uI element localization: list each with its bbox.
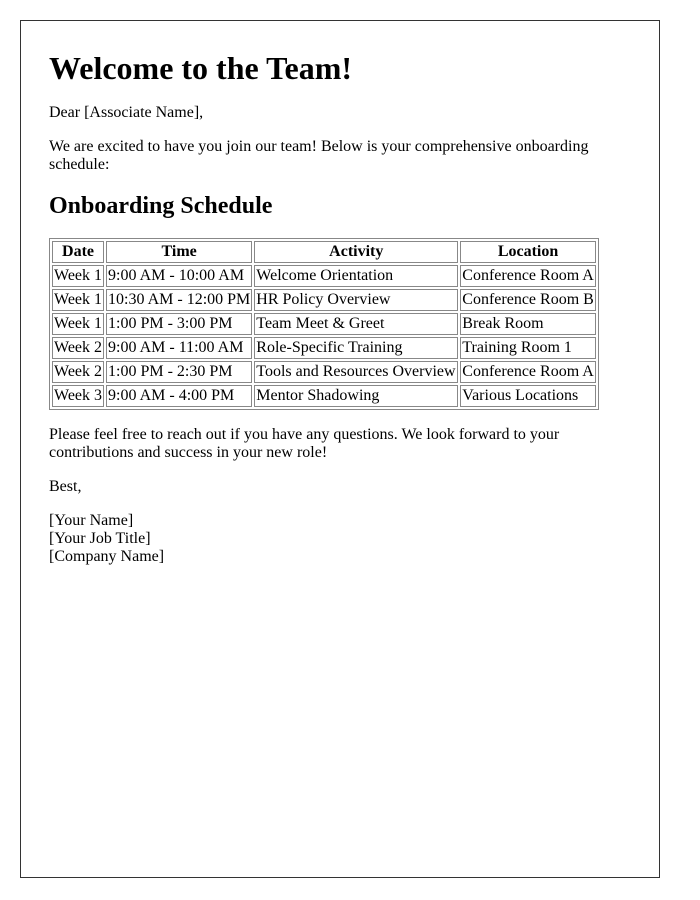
cell-date: Week 1 [52,313,105,335]
cell-time: 10:30 AM - 12:00 PM [106,289,253,311]
schedule-heading: Onboarding Schedule [49,193,273,219]
cell-time: 9:00 AM - 10:00 AM [106,265,253,287]
header-date: Date [52,241,105,263]
cell-activity: Tools and Resources Overview [254,361,459,383]
cell-time: 1:00 PM - 2:30 PM [106,361,253,383]
table-row: Week 1 10:30 AM - 12:00 PM HR Policy Ove… [52,289,596,311]
header-time: Time [106,241,253,263]
cell-date: Week 1 [52,265,105,287]
cell-location: Break Room [460,313,596,335]
cell-activity: Team Meet & Greet [254,313,459,335]
signature-job-title: [Your Job Title] [49,530,151,547]
header-activity: Activity [254,241,459,263]
table-row: Week 2 1:00 PM - 2:30 PM Tools and Resou… [52,361,596,383]
table-row: Week 1 1:00 PM - 3:00 PM Team Meet & Gre… [52,313,596,335]
cell-time: 9:00 AM - 11:00 AM [106,337,253,359]
header-location: Location [460,241,596,263]
cell-location: Conference Room A [460,265,596,287]
signature-company: [Company Name] [49,548,165,565]
cell-location: Various Locations [460,385,596,407]
cell-date: Week 2 [52,337,105,359]
cell-activity: Welcome Orientation [254,265,459,287]
cell-location: Conference Room A [460,361,596,383]
onboarding-schedule-table: Date Time Activity Location Week 1 9:00 … [49,238,599,410]
table-row: Week 2 9:00 AM - 11:00 AM Role-Specific … [52,337,596,359]
cell-time: 9:00 AM - 4:00 PM [106,385,253,407]
cell-time: 1:00 PM - 3:00 PM [106,313,253,335]
sign-off: Best, [49,478,82,495]
table-row: Week 1 9:00 AM - 10:00 AM Welcome Orient… [52,265,596,287]
cell-location: Training Room 1 [460,337,596,359]
cell-location: Conference Room B [460,289,596,311]
signature-block: [Your Name] [Your Job Title] [Company Na… [49,512,631,566]
table-row: Week 3 9:00 AM - 4:00 PM Mentor Shadowin… [52,385,596,407]
cell-date: Week 1 [52,289,105,311]
letter-container: Welcome to the Team! Dear [Associate Nam… [20,20,660,878]
cell-activity: Role-Specific Training [254,337,459,359]
closing-paragraph: Please feel free to reach out if you hav… [49,426,560,461]
greeting: Dear [Associate Name], [49,104,204,121]
signature-name: [Your Name] [49,512,134,529]
cell-activity: HR Policy Overview [254,289,459,311]
intro-paragraph: We are excited to have you join our team… [49,138,589,173]
letter-title: Welcome to the Team! [49,50,353,86]
cell-activity: Mentor Shadowing [254,385,459,407]
cell-date: Week 3 [52,385,105,407]
cell-date: Week 2 [52,361,105,383]
table-header-row: Date Time Activity Location [52,241,596,263]
